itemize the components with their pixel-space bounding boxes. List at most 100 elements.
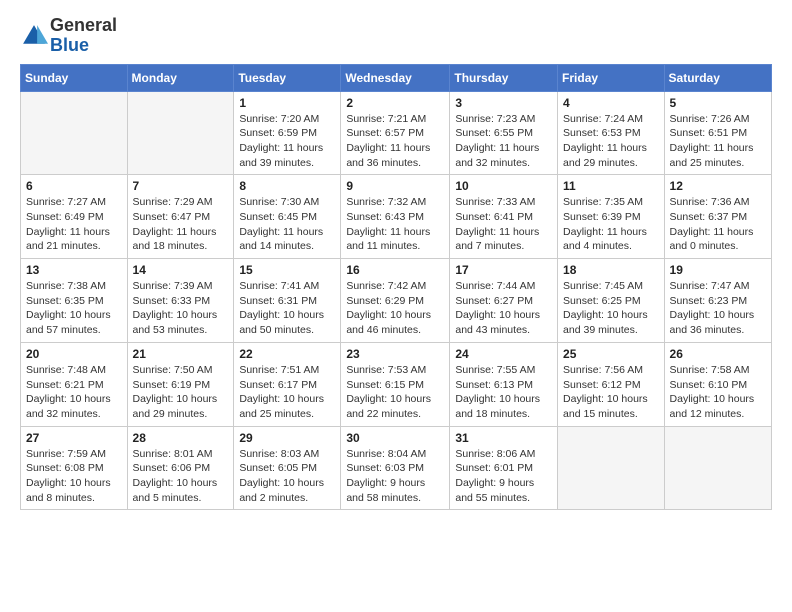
day-number: 20 <box>26 347 122 361</box>
sunset: Sunset: 6:35 PM <box>26 294 122 309</box>
daylight: Daylight: 10 hours and 15 minutes. <box>563 392 659 421</box>
daylight: Daylight: 10 hours and 25 minutes. <box>239 392 335 421</box>
day-info: Sunrise: 7:32 AMSunset: 6:43 PMDaylight:… <box>346 195 444 254</box>
day-number: 6 <box>26 179 122 193</box>
sunrise: Sunrise: 7:41 AM <box>239 279 335 294</box>
sunset: Sunset: 6:31 PM <box>239 294 335 309</box>
daylight: Daylight: 10 hours and 2 minutes. <box>239 476 335 505</box>
day-info: Sunrise: 7:27 AMSunset: 6:49 PMDaylight:… <box>26 195 122 254</box>
weekday-header: Thursday <box>450 64 558 91</box>
calendar-cell: 7 Sunrise: 7:29 AMSunset: 6:47 PMDaylight… <box>127 175 234 259</box>
day-number: 23 <box>346 347 444 361</box>
calendar-cell: 26Sunrise: 7:58 AMSunset: 6:10 PMDayligh… <box>664 342 771 426</box>
sunset: Sunset: 6:51 PM <box>670 126 766 141</box>
sunrise: Sunrise: 7:59 AM <box>26 447 122 462</box>
calendar-cell: 18Sunrise: 7:45 AMSunset: 6:25 PMDayligh… <box>558 259 665 343</box>
day-info: Sunrise: 8:01 AMSunset: 6:06 PMDaylight:… <box>133 447 229 506</box>
calendar-week: 6 Sunrise: 7:27 AMSunset: 6:49 PMDaylight… <box>21 175 772 259</box>
day-number: 13 <box>26 263 122 277</box>
day-number: 9 <box>346 179 444 193</box>
sunset: Sunset: 6:10 PM <box>670 378 766 393</box>
day-info: Sunrise: 7:33 AMSunset: 6:41 PMDaylight:… <box>455 195 552 254</box>
day-number: 26 <box>670 347 766 361</box>
sunset: Sunset: 6:29 PM <box>346 294 444 309</box>
day-info: Sunrise: 7:29 AMSunset: 6:47 PMDaylight:… <box>133 195 229 254</box>
calendar-cell: 28 Sunrise: 8:01 AMSunset: 6:06 PMDayligh… <box>127 426 234 510</box>
calendar-body: 1Sunrise: 7:20 AMSunset: 6:59 PMDaylight… <box>21 91 772 510</box>
daylight: Daylight: 11 hours and 4 minutes. <box>563 225 659 254</box>
day-info: Sunrise: 7:55 AMSunset: 6:13 PMDaylight:… <box>455 363 552 422</box>
day-info: Sunrise: 7:39 AMSunset: 6:33 PMDaylight:… <box>133 279 229 338</box>
calendar-cell <box>558 426 665 510</box>
day-info: Sunrise: 7:36 AMSunset: 6:37 PMDaylight:… <box>670 195 766 254</box>
day-info: Sunrise: 7:59 AMSunset: 6:08 PMDaylight:… <box>26 447 122 506</box>
calendar-cell: 23Sunrise: 7:53 AMSunset: 6:15 PMDayligh… <box>341 342 450 426</box>
day-number: 28 <box>133 431 229 445</box>
daylight: Daylight: 9 hours and 58 minutes. <box>346 476 444 505</box>
sunset: Sunset: 6:06 PM <box>133 461 229 476</box>
sunset: Sunset: 6:59 PM <box>239 126 335 141</box>
calendar-cell: 31Sunrise: 8:06 AMSunset: 6:01 PMDayligh… <box>450 426 558 510</box>
day-info: Sunrise: 7:24 AMSunset: 6:53 PMDaylight:… <box>563 112 659 171</box>
calendar-cell: 24Sunrise: 7:55 AMSunset: 6:13 PMDayligh… <box>450 342 558 426</box>
day-info: Sunrise: 8:06 AMSunset: 6:01 PMDaylight:… <box>455 447 552 506</box>
daylight: Daylight: 11 hours and 32 minutes. <box>455 141 552 170</box>
calendar-cell: 9 Sunrise: 7:32 AMSunset: 6:43 PMDaylight… <box>341 175 450 259</box>
daylight: Daylight: 10 hours and 39 minutes. <box>563 308 659 337</box>
calendar-header: SundayMondayTuesdayWednesdayThursdayFrid… <box>21 64 772 91</box>
day-info: Sunrise: 7:44 AMSunset: 6:27 PMDaylight:… <box>455 279 552 338</box>
day-number: 29 <box>239 431 335 445</box>
sunrise: Sunrise: 7:50 AM <box>133 363 229 378</box>
day-info: Sunrise: 7:42 AMSunset: 6:29 PMDaylight:… <box>346 279 444 338</box>
calendar-cell: 10Sunrise: 7:33 AMSunset: 6:41 PMDayligh… <box>450 175 558 259</box>
day-number: 22 <box>239 347 335 361</box>
day-number: 27 <box>26 431 122 445</box>
page: General Blue SundayMondayTuesdayWednesda… <box>0 0 792 526</box>
sunrise: Sunrise: 7:55 AM <box>455 363 552 378</box>
daylight: Daylight: 11 hours and 14 minutes. <box>239 225 335 254</box>
weekday-header: Wednesday <box>341 64 450 91</box>
sunset: Sunset: 6:45 PM <box>239 210 335 225</box>
sunset: Sunset: 6:15 PM <box>346 378 444 393</box>
calendar-cell: 11Sunrise: 7:35 AMSunset: 6:39 PMDayligh… <box>558 175 665 259</box>
sunrise: Sunrise: 7:32 AM <box>346 195 444 210</box>
calendar-week: 27 Sunrise: 7:59 AMSunset: 6:08 PMDayligh… <box>21 426 772 510</box>
daylight: Daylight: 11 hours and 11 minutes. <box>346 225 444 254</box>
sunset: Sunset: 6:21 PM <box>26 378 122 393</box>
sunrise: Sunrise: 7:26 AM <box>670 112 766 127</box>
daylight: Daylight: 11 hours and 36 minutes. <box>346 141 444 170</box>
day-number: 7 <box>133 179 229 193</box>
daylight: Daylight: 10 hours and 29 minutes. <box>133 392 229 421</box>
sunset: Sunset: 6:57 PM <box>346 126 444 141</box>
calendar: SundayMondayTuesdayWednesdayThursdayFrid… <box>20 64 772 511</box>
day-number: 8 <box>239 179 335 193</box>
sunrise: Sunrise: 7:47 AM <box>670 279 766 294</box>
calendar-cell: 21Sunrise: 7:50 AMSunset: 6:19 PMDayligh… <box>127 342 234 426</box>
sunset: Sunset: 6:49 PM <box>26 210 122 225</box>
calendar-cell: 15Sunrise: 7:41 AMSunset: 6:31 PMDayligh… <box>234 259 341 343</box>
daylight: Daylight: 11 hours and 39 minutes. <box>239 141 335 170</box>
weekday-header: Sunday <box>21 64 128 91</box>
weekday-header: Tuesday <box>234 64 341 91</box>
sunrise: Sunrise: 8:04 AM <box>346 447 444 462</box>
calendar-cell: 6 Sunrise: 7:27 AMSunset: 6:49 PMDaylight… <box>21 175 128 259</box>
sunset: Sunset: 6:27 PM <box>455 294 552 309</box>
sunrise: Sunrise: 7:42 AM <box>346 279 444 294</box>
daylight: Daylight: 10 hours and 8 minutes. <box>26 476 122 505</box>
logo-text: General Blue <box>50 16 117 56</box>
weekday-header: Saturday <box>664 64 771 91</box>
sunset: Sunset: 6:33 PM <box>133 294 229 309</box>
logo-icon <box>20 22 48 50</box>
day-number: 12 <box>670 179 766 193</box>
calendar-cell: 17 Sunrise: 7:44 AMSunset: 6:27 PMDayligh… <box>450 259 558 343</box>
day-number: 4 <box>563 96 659 110</box>
day-number: 17 <box>455 263 552 277</box>
day-number: 5 <box>670 96 766 110</box>
sunrise: Sunrise: 7:33 AM <box>455 195 552 210</box>
day-number: 18 <box>563 263 659 277</box>
calendar-week: 13Sunrise: 7:38 AMSunset: 6:35 PMDayligh… <box>21 259 772 343</box>
weekday-header: Monday <box>127 64 234 91</box>
day-info: Sunrise: 7:23 AMSunset: 6:55 PMDaylight:… <box>455 112 552 171</box>
sunrise: Sunrise: 7:20 AM <box>239 112 335 127</box>
sunset: Sunset: 6:47 PM <box>133 210 229 225</box>
